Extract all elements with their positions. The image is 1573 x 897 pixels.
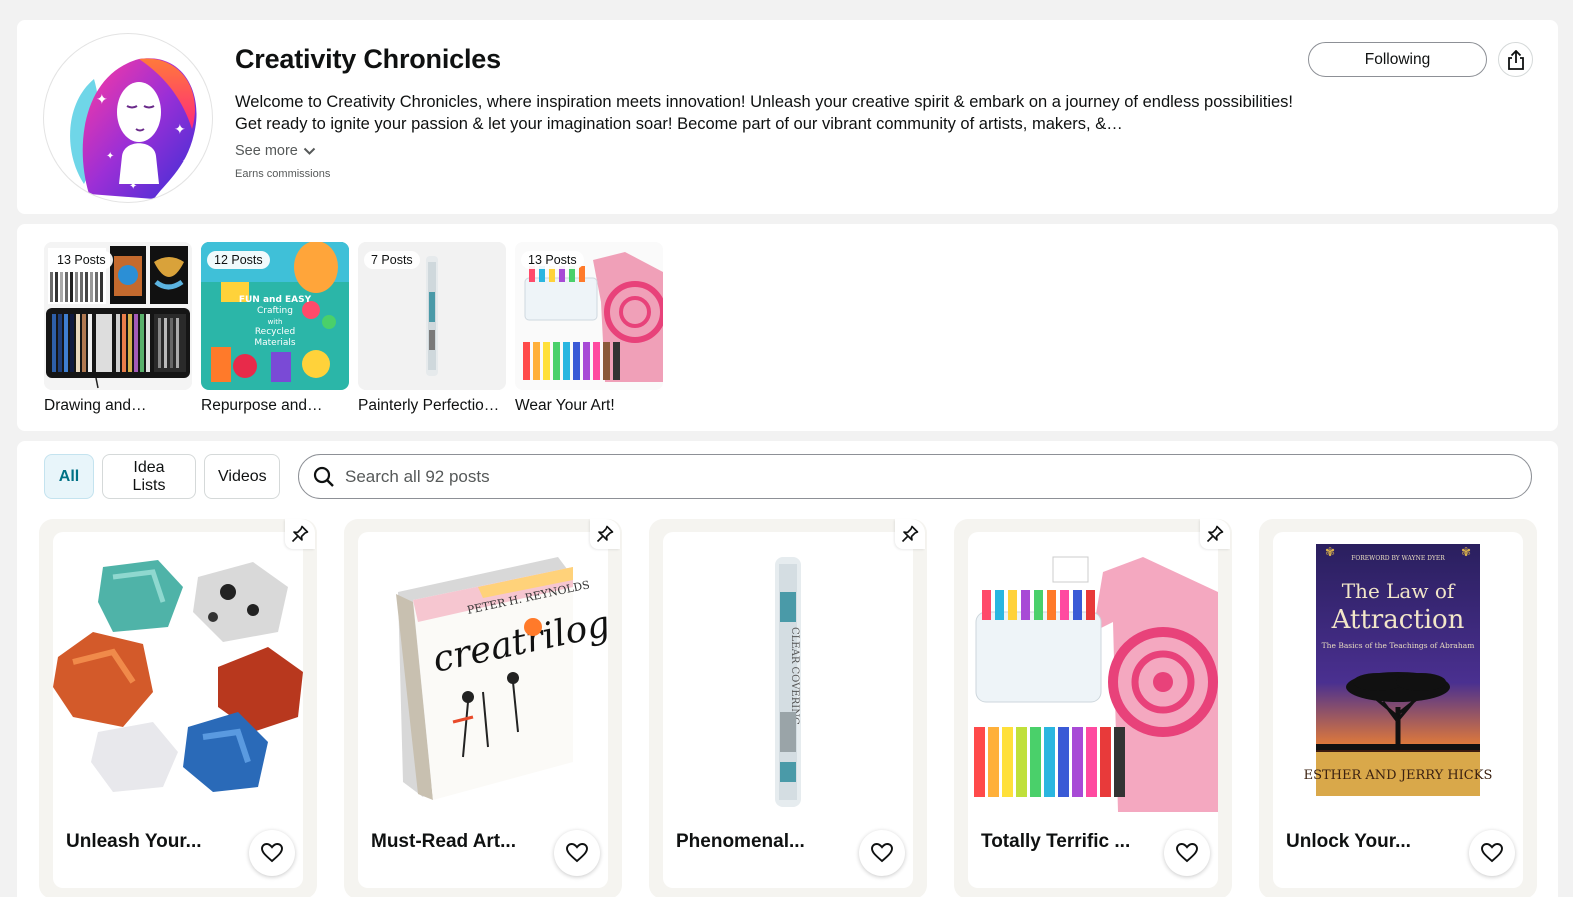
profile-avatar: ✦ ✦ ✦ ✦ ✦ [43,33,213,203]
filter-idea-lists[interactable]: Idea Lists [102,454,196,499]
share-icon [1507,49,1524,70]
heart-icon [1481,843,1503,863]
book-authors: ESTHER AND JERRY HICKS [1304,768,1493,783]
pin-icon [901,525,919,543]
post-card-body: Unleash Your... [53,532,303,888]
post-title: Unlock Your... [1286,831,1411,852]
book-subtitle: The Basics of the Teachings of Abraham [1322,641,1475,650]
post-card-body: CLEAR COVERING Phenomenal... [663,532,913,888]
post-image: FOREWORD BY WAYNE DYER The Law of Attrac… [1273,532,1523,822]
post-title: Must-Read Art... [371,831,516,852]
post-title: Unleash Your... [66,831,202,852]
see-more-link[interactable]: See more [235,143,316,159]
pin-icon [1206,525,1224,543]
chevron-down-icon [303,147,316,155]
post-count-badge: 13 Posts [50,251,113,269]
svg-text:Materials: Materials [254,338,296,348]
heart-icon [566,843,588,863]
idea-lists-strip: 13 Posts Drawing and… FUN and EASY Craft… [17,224,1558,431]
svg-text:✦: ✦ [182,156,190,167]
filter-all[interactable]: All [44,454,94,499]
book-title-1: The Law of [1342,579,1456,603]
post-card[interactable]: CLEAR COVERING Phenomenal... [649,519,927,897]
idea-list-thumbnail: 7 Posts [358,242,506,390]
book-title-2: Attraction [1331,605,1465,635]
post-image [53,532,303,822]
heart-icon [1176,843,1198,863]
pin-button[interactable] [895,519,925,549]
search-icon [313,466,334,487]
idea-list-card[interactable]: 13 Posts Drawing and… [44,242,192,415]
roll-text: CLEAR COVERING [789,627,800,725]
idea-list-card[interactable]: 13 Posts Wear Your Art! [515,242,663,415]
idea-list-thumbnail: FUN and EASY Crafting with Recycled Mate… [201,242,349,390]
svg-text:FUN and EASY: FUN and EASY [239,295,312,305]
pin-icon [596,525,614,543]
share-button[interactable] [1498,42,1533,77]
posts-section: All Idea Lists Videos Search all 92 post… [17,441,1558,897]
heart-icon [261,843,283,863]
post-card-body: Totally Terrific ... [968,532,1218,888]
svg-text:✦: ✦ [174,121,186,137]
like-button[interactable] [859,830,905,876]
search-input[interactable] [345,466,1495,487]
idea-list-label: Drawing and… [44,397,147,414]
idea-list-card[interactable]: FUN and EASY Crafting with Recycled Mate… [201,242,349,415]
earns-commissions-note: Earns commissions [235,168,331,180]
post-image: CLEAR COVERING [663,532,913,822]
pin-icon [291,525,309,543]
like-button[interactable] [554,830,600,876]
heart-icon [871,843,893,863]
svg-text:✾: ✾ [1461,545,1471,559]
pin-button[interactable] [1200,519,1230,549]
idea-list-label: Wear Your Art! [515,397,615,414]
page-title: Creativity Chronicles [235,44,501,74]
post-card[interactable]: FOREWORD BY WAYNE DYER The Law of Attrac… [1259,519,1537,897]
search-bar[interactable] [298,454,1532,499]
idea-list-thumbnail: 13 Posts [44,242,192,390]
svg-text:✦: ✦ [106,151,114,162]
see-more-label: See more [235,143,298,159]
post-title: Phenomenal... [676,831,805,852]
post-title: Totally Terrific ... [981,831,1131,852]
pin-button[interactable] [590,519,620,549]
post-card[interactable]: Totally Terrific ... [954,519,1232,897]
idea-list-thumbnail: 13 Posts [515,242,663,390]
post-count-badge: 13 Posts [521,251,584,269]
profile-description: Welcome to Creativity Chronicles, where … [235,93,1294,133]
svg-text:✾: ✾ [1325,545,1335,559]
like-button[interactable] [249,830,295,876]
like-button[interactable] [1469,830,1515,876]
book-foreword: FOREWORD BY WAYNE DYER [1351,555,1445,562]
pin-button[interactable] [285,519,315,549]
svg-text:✦: ✦ [129,181,137,192]
post-card-body: FOREWORD BY WAYNE DYER The Law of Attrac… [1273,532,1523,888]
post-card[interactable]: Unleash Your... [39,519,317,897]
post-image: PETER H. REYNOLDS creatrilogy [358,532,608,822]
post-image [968,532,1218,822]
idea-list-label: Painterly Perfectio… [358,397,500,414]
svg-text:Recycled: Recycled [255,327,295,337]
idea-list-card[interactable]: 7 Posts Painterly Perfectio… [358,242,506,415]
filter-videos[interactable]: Videos [204,454,280,499]
profile-header: ✦ ✦ ✦ ✦ ✦ Creativity Chronicles Welcome … [17,20,1558,214]
post-card[interactable]: PETER H. REYNOLDS creatrilogy Must-Read … [344,519,622,897]
svg-text:✦: ✦ [96,91,108,107]
following-button[interactable]: Following [1308,42,1487,77]
post-count-badge: 12 Posts [207,251,270,269]
like-button[interactable] [1164,830,1210,876]
post-card-body: PETER H. REYNOLDS creatrilogy Must-Read … [358,532,608,888]
idea-list-label: Repurpose and… [201,397,323,414]
post-count-badge: 7 Posts [364,251,420,269]
svg-text:with: with [268,318,283,326]
svg-text:Crafting: Crafting [257,306,293,316]
